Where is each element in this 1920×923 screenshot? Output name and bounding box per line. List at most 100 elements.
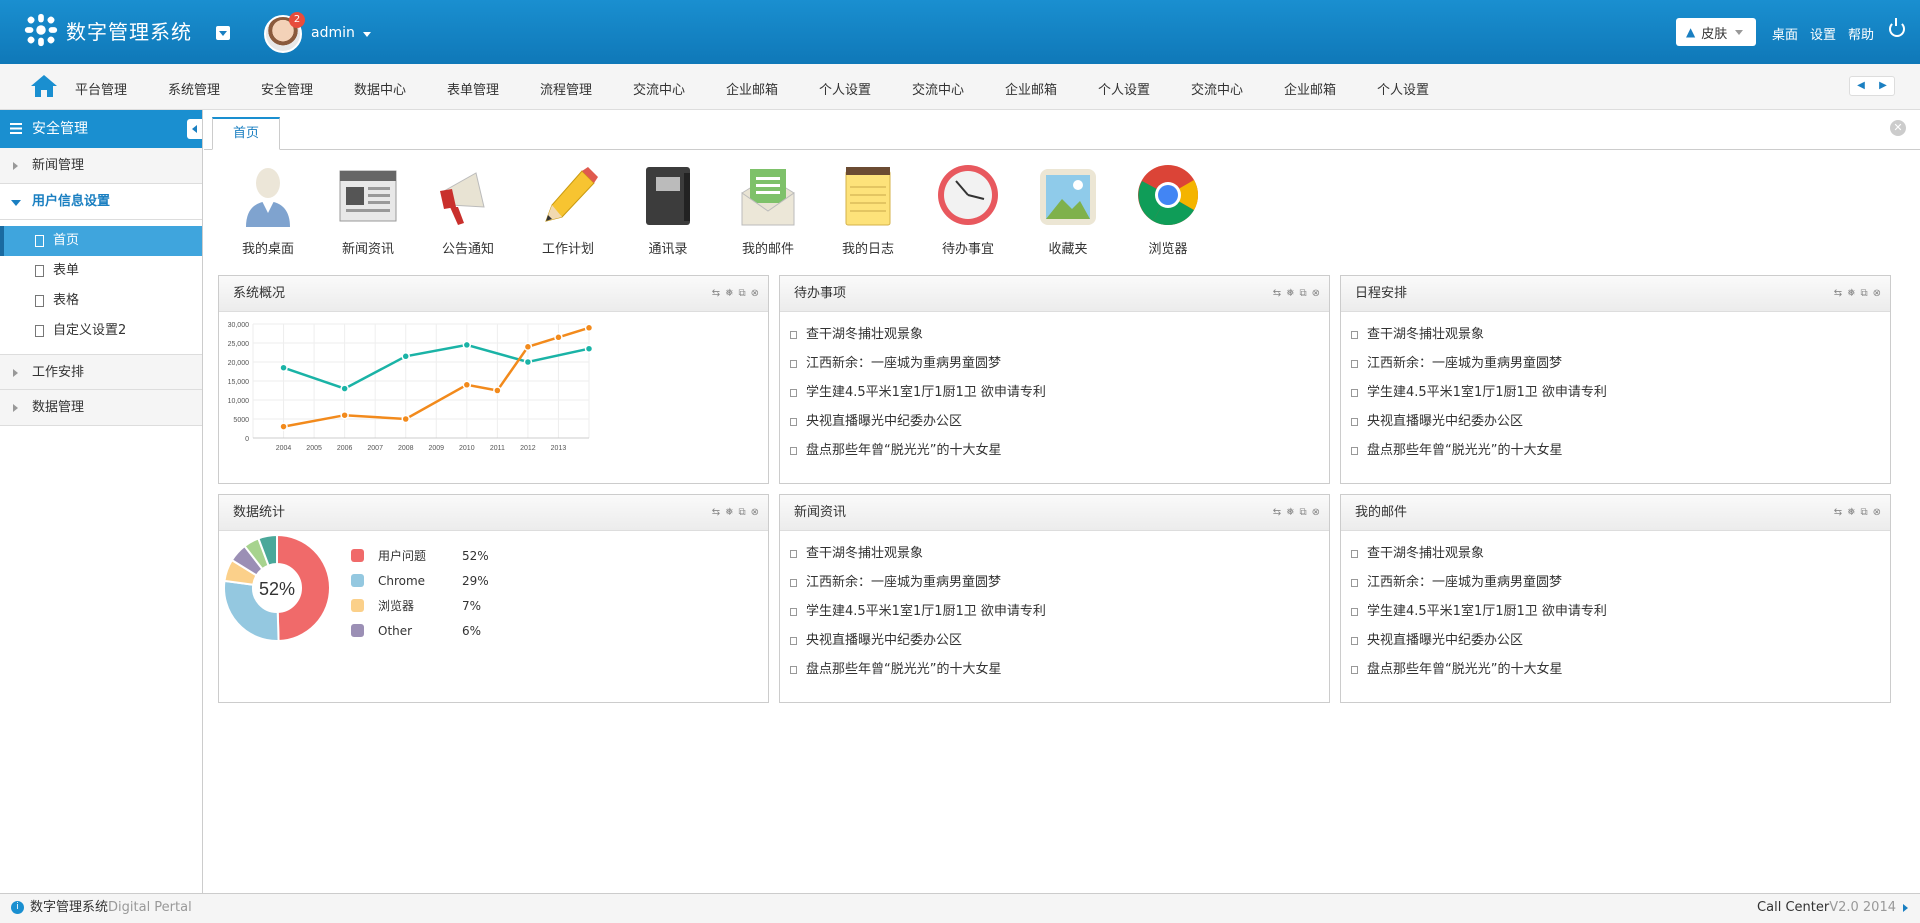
close-icon[interactable]: ⊗ <box>1312 495 1320 531</box>
external-icon[interactable]: ⧉ <box>738 276 745 312</box>
refresh-icon[interactable]: ⇆ <box>1273 495 1281 531</box>
settings-link[interactable]: 设置 <box>1810 24 1836 43</box>
x-tick-label: 2012 <box>520 445 536 452</box>
shortcut-favorites[interactable]: 收藏夹 <box>1018 163 1118 257</box>
list-item[interactable]: 央视直播曝光中纪委办公区 <box>1351 407 1890 436</box>
menu-item-exchange[interactable]: 交流中心 <box>1191 79 1284 98</box>
list-item[interactable]: 江西新余：一座城为重病男童圆梦 <box>790 568 1329 597</box>
shortcut-notice[interactable]: 公告通知 <box>418 163 518 257</box>
close-icon[interactable]: ⊗ <box>1873 495 1881 531</box>
close-icon[interactable]: ✕ <box>1890 120 1906 136</box>
list-item[interactable]: 江西新余：一座城为重病男童圆梦 <box>1351 568 1890 597</box>
shortcut-todo[interactable]: 待办事宜 <box>918 163 1018 257</box>
shortcut-my-log[interactable]: 我的日志 <box>818 163 918 257</box>
list-item[interactable]: 盘点那些年曾“脱光光”的十大女星 <box>790 655 1329 684</box>
refresh-icon[interactable]: ⇆ <box>1273 276 1281 312</box>
menu-item-exchange[interactable]: 交流中心 <box>633 79 726 98</box>
list-item[interactable]: 查干湖冬捕壮观景象 <box>790 320 1329 349</box>
tab-home[interactable]: 首页 <box>212 117 280 150</box>
power-icon[interactable] <box>1889 18 1905 37</box>
shortcut-contacts[interactable]: 通讯录 <box>618 163 718 257</box>
external-icon[interactable]: ⧉ <box>1299 495 1306 531</box>
shortcut-my-desktop[interactable]: 我的桌面 <box>218 163 318 257</box>
chevron-down-icon[interactable] <box>363 32 371 37</box>
close-icon[interactable]: ⊗ <box>751 276 759 312</box>
menu-item-mail[interactable]: 企业邮箱 <box>726 79 819 98</box>
menu-item-mail[interactable]: 企业邮箱 <box>1284 79 1377 98</box>
help-link[interactable]: 帮助 <box>1848 24 1874 43</box>
list-item[interactable]: 江西新余：一座城为重病男童圆梦 <box>1351 349 1890 378</box>
list-item[interactable]: 查干湖冬捕壮观景象 <box>790 539 1329 568</box>
skin-button[interactable]: ▲ 皮肤 <box>1676 18 1756 46</box>
sidebar-item-form[interactable]: 表单 <box>0 256 202 286</box>
close-icon[interactable]: ⊗ <box>751 495 759 531</box>
refresh-icon[interactable]: ⇆ <box>1834 276 1842 312</box>
home-icon[interactable] <box>30 74 58 98</box>
shortcut-browser[interactable]: 浏览器 <box>1118 163 1218 257</box>
chevron-right-icon[interactable]: ▶ <box>1872 77 1894 95</box>
sidebar-group-work[interactable]: 工作安排 <box>0 354 202 390</box>
menu-item-mail[interactable]: 企业邮箱 <box>1005 79 1098 98</box>
shortcut-my-mail[interactable]: 我的邮件 <box>718 163 818 257</box>
refresh-icon[interactable]: ⇆ <box>712 276 720 312</box>
list-item[interactable]: 央视直播曝光中纪委办公区 <box>790 407 1329 436</box>
external-icon[interactable]: ⧉ <box>738 495 745 531</box>
sidebar-group-user-info[interactable]: 用户信息设置 <box>0 184 202 220</box>
legend-label: 浏览器 <box>378 599 415 613</box>
external-icon[interactable]: ⧉ <box>1860 495 1867 531</box>
menu-item-personal[interactable]: 个人设置 <box>1377 79 1470 98</box>
sidebar-item-table[interactable]: 表格 <box>0 286 202 316</box>
shortcut-label: 我的日志 <box>841 242 894 257</box>
gear-icon[interactable]: ❅ <box>1847 276 1855 312</box>
list-item[interactable]: 学生建4.5平米1室1厅1厨1卫 欲申请专利 <box>1351 378 1890 407</box>
chevron-left-icon[interactable]: ◀ <box>1850 77 1872 95</box>
desktop-link[interactable]: 桌面 <box>1772 24 1798 43</box>
notification-badge[interactable]: 2 <box>289 12 305 28</box>
app-logo[interactable]: 数字管理系统 <box>22 10 192 50</box>
list-item[interactable]: 盘点那些年曾“脱光光”的十大女星 <box>1351 436 1890 465</box>
external-icon[interactable]: ⧉ <box>1860 276 1867 312</box>
menu-item-data-center[interactable]: 数据中心 <box>354 79 447 98</box>
shortcut-work-plan[interactable]: 工作计划 <box>518 163 618 257</box>
external-icon[interactable]: ⧉ <box>1299 276 1306 312</box>
list-item[interactable]: 江西新余：一座城为重病男童圆梦 <box>790 349 1329 378</box>
list-item[interactable]: 盘点那些年曾“脱光光”的十大女星 <box>790 436 1329 465</box>
gear-icon[interactable]: ❅ <box>1847 495 1855 531</box>
menu-item-exchange[interactable]: 交流中心 <box>912 79 1005 98</box>
list-item[interactable]: 查干湖冬捕壮观景象 <box>1351 320 1890 349</box>
list-item[interactable]: 学生建4.5平米1室1厅1厨1卫 欲申请专利 <box>790 378 1329 407</box>
list-item[interactable]: 央视直播曝光中纪委办公区 <box>1351 626 1890 655</box>
sidebar-item-home[interactable]: 首页 <box>0 226 202 256</box>
gear-icon[interactable]: ❅ <box>725 495 733 531</box>
panel-tools: ⇆ ❅ ⧉ ⊗ <box>712 276 759 312</box>
menu-item-personal[interactable]: 个人设置 <box>819 79 912 98</box>
sidebar-group-news[interactable]: 新闻管理 <box>0 148 202 184</box>
gear-icon[interactable]: ❅ <box>1286 495 1294 531</box>
list-item[interactable]: 盘点那些年曾“脱光光”的十大女星 <box>1351 655 1890 684</box>
shortcut-news[interactable]: 新闻资讯 <box>318 163 418 257</box>
sidebar-group-data[interactable]: 数据管理 <box>0 390 202 426</box>
menu-item-personal[interactable]: 个人设置 <box>1098 79 1191 98</box>
main-menu-bar: 平台管理 系统管理 安全管理 数据中心 表单管理 流程管理 交流中心 企业邮箱 … <box>0 64 1920 110</box>
refresh-icon[interactable]: ⇆ <box>1834 495 1842 531</box>
list-item[interactable]: 学生建4.5平米1室1厅1厨1卫 欲申请专利 <box>1351 597 1890 626</box>
menu-item-workflow[interactable]: 流程管理 <box>540 79 633 98</box>
chevron-right-icon[interactable] <box>1903 904 1908 912</box>
user-name[interactable]: admin <box>311 25 355 41</box>
list-item[interactable]: 央视直播曝光中纪委办公区 <box>790 626 1329 655</box>
close-icon[interactable]: ⊗ <box>1312 276 1320 312</box>
sidebar-collapse-button[interactable] <box>187 119 202 139</box>
list-item[interactable]: 学生建4.5平米1室1厅1厨1卫 欲申请专利 <box>790 597 1329 626</box>
gear-icon[interactable]: ❅ <box>1286 276 1294 312</box>
sidebar-item-custom-settings[interactable]: 自定义设置2 <box>0 316 202 346</box>
menu-item-system[interactable]: 系统管理 <box>168 79 261 98</box>
gear-icon[interactable]: ❅ <box>725 276 733 312</box>
app-dropdown-button[interactable] <box>216 26 230 40</box>
menu-item-forms[interactable]: 表单管理 <box>447 79 540 98</box>
refresh-icon[interactable]: ⇆ <box>712 495 720 531</box>
menu-item-security[interactable]: 安全管理 <box>261 79 354 98</box>
list-item[interactable]: 查干湖冬捕壮观景象 <box>1351 539 1890 568</box>
close-icon[interactable]: ⊗ <box>1873 276 1881 312</box>
y-tick-label: 10,000 <box>228 398 250 405</box>
menu-item-platform[interactable]: 平台管理 <box>75 79 168 98</box>
